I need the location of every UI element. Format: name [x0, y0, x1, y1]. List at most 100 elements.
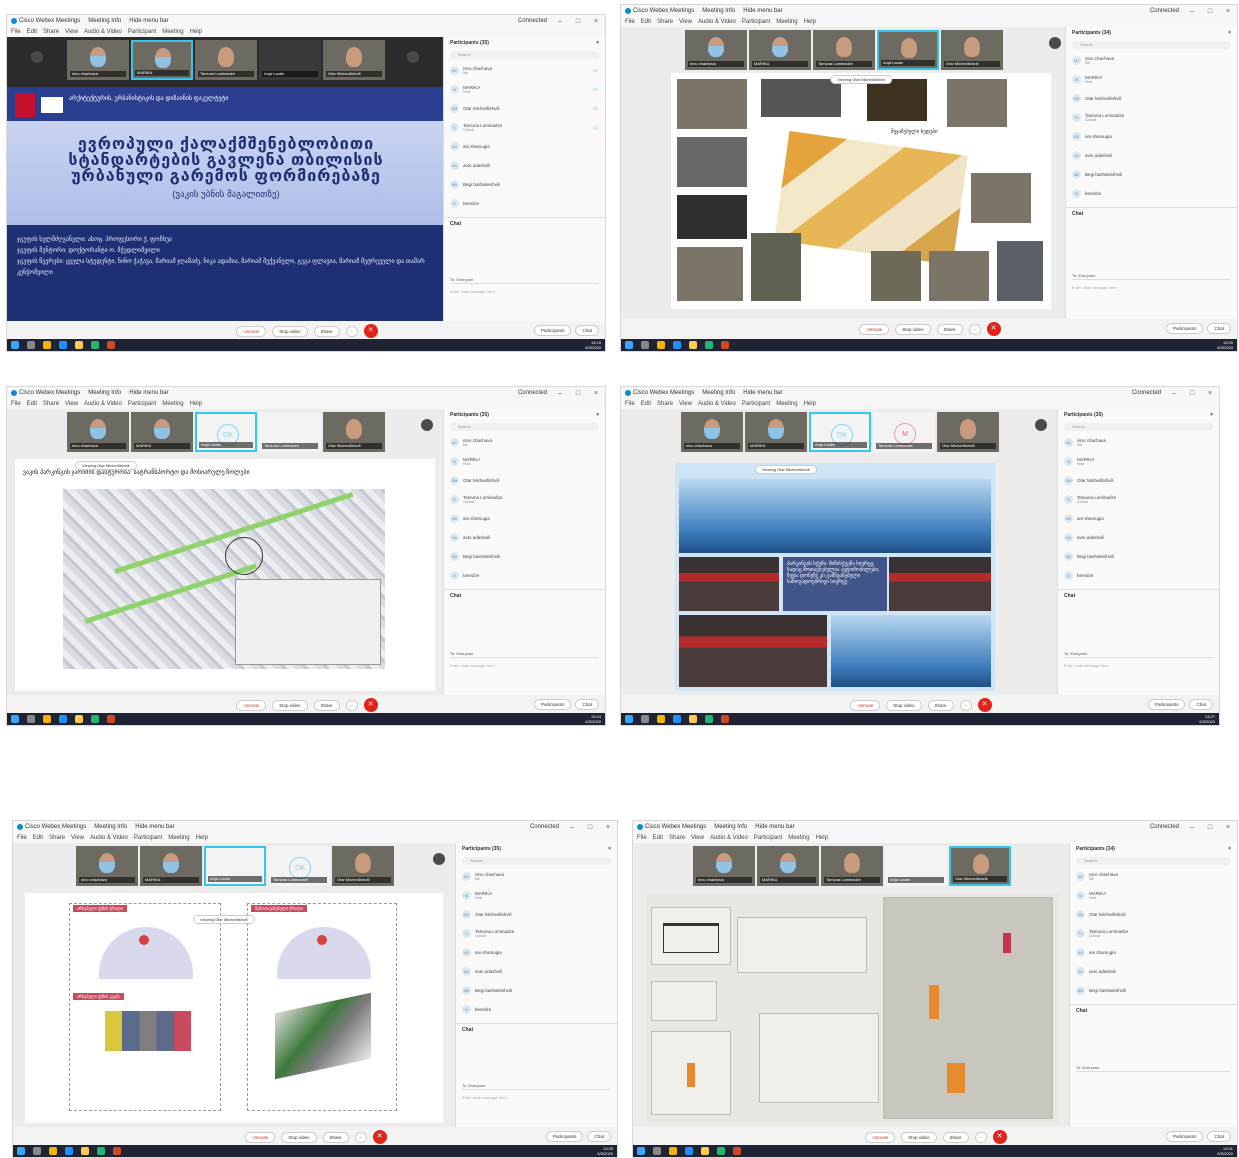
video-thumb[interactable]: Anja Laube: [877, 30, 939, 70]
video-thumb[interactable]: nino chachava: [76, 846, 138, 886]
powerpoint-icon[interactable]: [733, 1147, 741, 1155]
participant-row[interactable]: Bberedze: [456, 1000, 617, 1019]
video-thumb[interactable]: Tamuna Lominadze: [813, 30, 875, 70]
participant-row[interactable]: AS ani shamugia: [456, 943, 617, 962]
close-icon[interactable]: ×: [1223, 824, 1233, 831]
participant-row[interactable]: BB Begi bashaleishvili: [444, 547, 605, 566]
menu-audio-video[interactable]: Audio & Video: [710, 835, 748, 841]
minimize-icon[interactable]: –: [555, 18, 565, 25]
maximize-icon[interactable]: □: [585, 824, 595, 831]
files-icon[interactable]: [701, 1147, 709, 1155]
menu-view[interactable]: View: [691, 835, 704, 841]
participant-row[interactable]: TL Tamuna Lominadze Cohost: [456, 924, 617, 943]
connection-status[interactable]: Connected: [518, 18, 547, 24]
menu-view[interactable]: View: [65, 401, 78, 407]
windows-start-icon[interactable]: [17, 1147, 25, 1155]
thumbs-next-button[interactable]: [433, 853, 445, 865]
files-icon[interactable]: [75, 341, 83, 349]
chrome-icon[interactable]: [43, 341, 51, 349]
share-button[interactable]: Share: [927, 699, 954, 711]
end-meeting-button[interactable]: ✕: [363, 324, 378, 338]
chat-button[interactable]: Chat: [587, 1131, 611, 1142]
participant-row[interactable]: M MARIKA Host: [1058, 452, 1219, 471]
more-options-button[interactable]: ···: [974, 1131, 987, 1143]
participant-row[interactable]: AA avto adashvili: [444, 156, 605, 175]
chat-button[interactable]: Chat: [1207, 1131, 1231, 1142]
menu-edit[interactable]: Edit: [33, 835, 43, 841]
powerpoint-icon[interactable]: [721, 341, 729, 349]
share-button[interactable]: Share: [313, 325, 340, 337]
thumbs-prev-button[interactable]: [31, 51, 43, 63]
participant-row[interactable]: TL Tamuna Lominadze Cohost: [1066, 108, 1237, 127]
stop-video-button[interactable]: Stop video: [895, 323, 931, 335]
participant-row[interactable]: Bberedze: [1058, 566, 1219, 585]
menu-share[interactable]: Share: [657, 19, 673, 25]
windows-start-icon[interactable]: [625, 341, 633, 349]
participants-button[interactable]: Participants: [1165, 323, 1204, 334]
video-thumb[interactable]: Anja Laube: [885, 846, 947, 886]
video-thumb[interactable]: Otar Michedlishvili: [937, 412, 999, 452]
participants-button[interactable]: Participants: [533, 325, 572, 336]
chrome-icon[interactable]: [657, 341, 665, 349]
participant-row[interactable]: NC nino chachava Me: [1066, 51, 1237, 70]
edge-icon[interactable]: [673, 715, 681, 723]
participant-row[interactable]: TL Tamuna Lominadze Cohost: [1058, 490, 1219, 509]
participant-row[interactable]: NC nino chachava Me: [1070, 867, 1237, 886]
chat-input[interactable]: Enter chat message here: [450, 289, 599, 296]
video-thumb[interactable]: Otar Michedlishvili: [949, 846, 1011, 886]
participants-button[interactable]: Participants: [545, 1131, 584, 1142]
files-icon[interactable]: [75, 715, 83, 723]
thumbs-next-button[interactable]: [1049, 37, 1061, 49]
participants-button[interactable]: Participants: [533, 699, 572, 710]
maximize-icon[interactable]: □: [1187, 390, 1197, 397]
participant-search-input[interactable]: Search: [1064, 423, 1213, 431]
menu-meeting[interactable]: Meeting: [776, 19, 797, 25]
close-icon[interactable]: ×: [1228, 30, 1231, 36]
menu-file[interactable]: File: [17, 835, 27, 841]
menu-view[interactable]: View: [71, 835, 84, 841]
menu-share[interactable]: Share: [43, 401, 59, 407]
video-thumb[interactable]: MARIKA: [131, 40, 193, 80]
end-meeting-button[interactable]: ✕: [992, 1130, 1007, 1144]
maximize-icon[interactable]: □: [1205, 824, 1215, 831]
participant-search-input[interactable]: Search: [450, 51, 599, 59]
participant-row[interactable]: M MARIKA Host: [444, 452, 605, 471]
webex-icon[interactable]: [705, 341, 713, 349]
menu-meeting[interactable]: Meeting: [162, 401, 183, 407]
participant-row[interactable]: BB Begi bashaleishvili: [444, 175, 605, 194]
video-thumb[interactable]: nino chachava: [693, 846, 755, 886]
participant-row[interactable]: BB Begi bashaleishvili: [1070, 981, 1237, 1000]
hide-menu-button[interactable]: Hide menu bar: [129, 18, 168, 24]
powerpoint-icon[interactable]: [721, 715, 729, 723]
end-meeting-button[interactable]: ✕: [977, 698, 992, 712]
hide-menu-button[interactable]: Hide menu bar: [135, 824, 174, 830]
video-thumb[interactable]: M Tamuna Lominadze: [873, 412, 935, 452]
more-options-button[interactable]: ···: [345, 699, 358, 711]
participant-search-input[interactable]: Search: [450, 423, 599, 431]
video-thumb[interactable]: Tamuna Lominadze: [259, 412, 321, 452]
menu-audio-video[interactable]: Audio & Video: [84, 401, 122, 407]
powerpoint-icon[interactable]: [107, 341, 115, 349]
participant-row[interactable]: AA avto adashvili: [1070, 962, 1237, 981]
video-thumb[interactable]: Otar Michedlishvili: [323, 412, 385, 452]
menu-meeting[interactable]: Meeting: [168, 835, 189, 841]
participant-row[interactable]: TL Tamuna Lominadze Cohost ▭: [444, 118, 605, 137]
menu-help[interactable]: Help: [190, 29, 202, 35]
menu-file[interactable]: File: [11, 29, 21, 35]
close-icon[interactable]: ×: [591, 390, 601, 397]
participant-row[interactable]: AA avto adashvili: [444, 528, 605, 547]
menu-audio-video[interactable]: Audio & Video: [698, 401, 736, 407]
menu-help[interactable]: Help: [804, 401, 816, 407]
participant-row[interactable]: AS ani shamugia: [1066, 127, 1237, 146]
unmute-button[interactable]: Unmute: [865, 1131, 896, 1143]
chat-recipient-select[interactable]: To: Everyone: [1072, 273, 1231, 280]
participant-row[interactable]: OM Otar Michedlishvili: [1070, 905, 1237, 924]
menu-audio-video[interactable]: Audio & Video: [90, 835, 128, 841]
hide-menu-button[interactable]: Hide menu bar: [755, 824, 794, 830]
close-icon[interactable]: ×: [608, 846, 611, 852]
participant-row[interactable]: AA avto adashvili: [1058, 528, 1219, 547]
video-thumb[interactable]: Tamuna Lominadze: [195, 40, 257, 80]
participant-row[interactable]: OM Otar Michedlishvili: [1058, 471, 1219, 490]
video-thumb[interactable]: nino chachava: [685, 30, 747, 70]
participant-row[interactable]: AS ani shamugia: [444, 137, 605, 156]
